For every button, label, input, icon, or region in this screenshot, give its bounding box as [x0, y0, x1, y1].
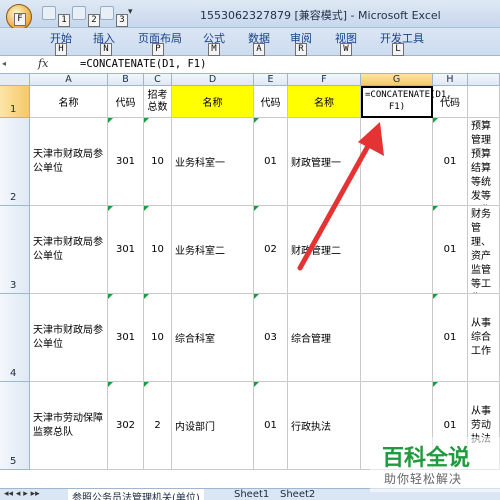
watermark-subtitle: 助你轻松解决: [384, 472, 463, 486]
sheet-nav-icons[interactable]: ◂◂ ◂ ▸ ▸▸: [4, 489, 40, 499]
sheet-tab-sheet1[interactable]: Sheet1: [234, 489, 269, 500]
watermark-title: 百科全说: [382, 446, 471, 471]
sheet-tab-sheet2[interactable]: Sheet2: [280, 489, 315, 500]
sheet-tab-active[interactable]: 参照公务员法管理机关(单位): [68, 489, 204, 500]
annotation-arrow: [297, 122, 384, 271]
